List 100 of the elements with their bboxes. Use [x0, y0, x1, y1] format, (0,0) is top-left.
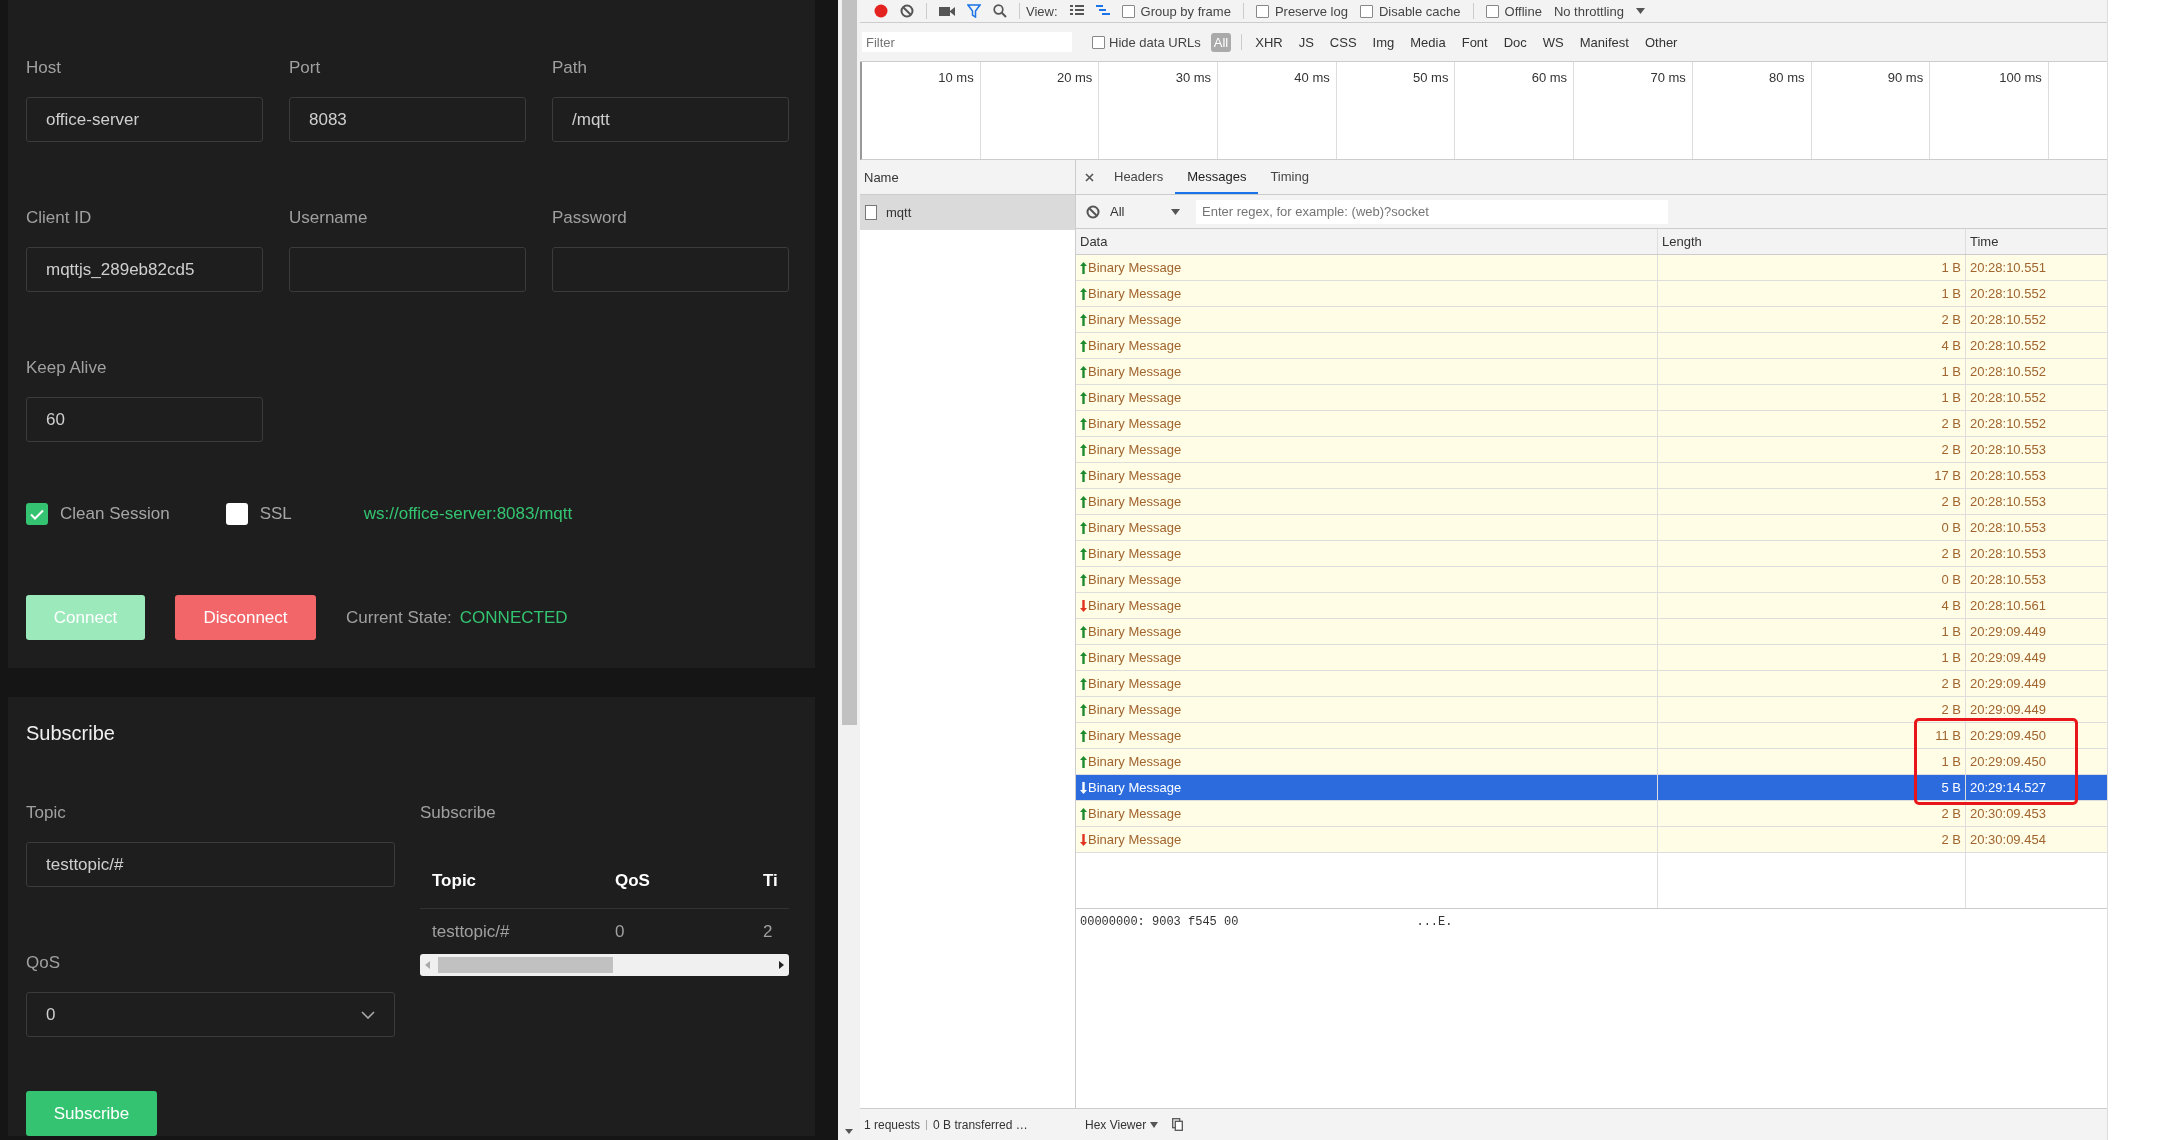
message-row[interactable]: Binary Message 17 B 20:28:10.553	[1076, 463, 2107, 489]
message-row[interactable]: Binary Message 1 B 20:28:10.551	[1076, 255, 2107, 281]
filter-type-button[interactable]: Font	[1458, 32, 1491, 52]
disconnect-button[interactable]: Disconnect	[175, 595, 316, 640]
message-row[interactable]: Binary Message 0 B 20:28:10.553	[1076, 515, 2107, 541]
search-icon[interactable]	[993, 4, 1007, 18]
input-field[interactable]: 60	[26, 397, 263, 442]
message-row[interactable]: Binary Message 1 B 20:28:10.552	[1076, 385, 2107, 411]
filter-type-button[interactable]: Manifest	[1576, 32, 1632, 52]
column-header: Time	[1969, 233, 2000, 251]
message-time: 20:28:10.552	[1970, 416, 2046, 431]
message-row[interactable]: Binary Message 1 B 20:29:09.449	[1076, 645, 2107, 671]
filter-field[interactable]: Filter	[862, 32, 1072, 52]
checkbox[interactable]	[1359, 4, 1373, 18]
checkbox-label: Offline	[1504, 3, 1542, 19]
message-row[interactable]: Binary Message 1 B 20:29:09.450	[1076, 749, 2107, 775]
message-length: 0 B	[1941, 572, 1961, 587]
message-row[interactable]: Binary Message 1 B 20:28:10.552	[1076, 359, 2107, 385]
throttling-select[interactable]: No throttling	[1553, 3, 1624, 19]
timeline-tick: 10 ms	[938, 70, 974, 86]
clear-icon[interactable]	[1086, 204, 1100, 219]
camera-icon[interactable]	[939, 5, 955, 17]
message-row[interactable]: Binary Message 2 B 20:29:09.449	[1076, 671, 2107, 697]
check-icon	[30, 508, 44, 520]
column-header: Length	[1658, 229, 1966, 254]
message-row[interactable]: Binary Message 4 B 20:28:10.552	[1076, 333, 2107, 359]
message-data: Binary Message	[1088, 390, 1182, 405]
message-data: Binary Message	[1088, 286, 1182, 301]
filter-type-button[interactable]: XHR	[1252, 32, 1286, 52]
message-length: 11 B	[1935, 728, 1961, 743]
message-row[interactable]: Binary Message 11 B 20:29:09.450	[1076, 723, 2107, 749]
hex-dump-line: 00000000: 9003 f545 00	[1080, 915, 1239, 931]
type-select[interactable]: All	[1110, 204, 1180, 219]
topic-field[interactable]: testtopic/#	[26, 842, 395, 887]
message-row[interactable]: Binary Message 4 B 20:28:10.561	[1076, 593, 2107, 619]
scroll-right-icon[interactable]	[779, 961, 784, 969]
input-field[interactable]: office-server	[26, 97, 263, 142]
message-row[interactable]: Binary Message 2 B 20:30:09.453	[1076, 801, 2107, 827]
record-icon[interactable]	[874, 4, 888, 18]
viewer-select[interactable]: Hex Viewer	[1085, 1117, 1159, 1132]
input-field[interactable]	[552, 247, 789, 292]
message-row[interactable]: Binary Message 2 B 20:28:10.552	[1076, 307, 2107, 333]
field-label: Path	[552, 58, 588, 78]
filter-type-button[interactable]: Img	[1369, 32, 1398, 52]
message-data: Binary Message	[1088, 702, 1182, 717]
message-time: 20:29:09.449	[1970, 702, 2046, 717]
scroll-down-icon[interactable]	[845, 1129, 853, 1134]
arrow-up-icon	[1080, 417, 1087, 430]
tab[interactable]: Headers	[1102, 160, 1176, 194]
page-scrollbar[interactable]	[838, 0, 860, 1140]
input-field[interactable]: mqttjs_289eb82cd5	[26, 247, 263, 292]
clear-icon[interactable]	[900, 4, 914, 18]
arrow-up-icon	[1080, 573, 1087, 586]
scrollbar-thumb[interactable]	[438, 957, 613, 973]
request-row[interactable]: mqtt	[860, 195, 1075, 230]
copy-icon[interactable]	[1172, 1118, 1184, 1131]
input-field[interactable]	[289, 247, 526, 292]
checkbox-label: Preserve log	[1274, 3, 1348, 19]
dropdown-arrow-icon	[1150, 1121, 1159, 1128]
filter-type-button[interactable]: Media	[1407, 32, 1449, 52]
checkbox[interactable]	[1121, 4, 1135, 18]
checkbox[interactable]	[1255, 4, 1269, 18]
message-length: 5 B	[1941, 780, 1961, 795]
tab[interactable]: Timing	[1258, 160, 1321, 194]
message-row[interactable]: Binary Message 2 B 20:30:09.454	[1076, 827, 2107, 853]
message-row[interactable]: Binary Message 2 B 20:28:10.553	[1076, 437, 2107, 463]
input-field[interactable]: 8083	[289, 97, 526, 142]
message-row[interactable]: Binary Message 0 B 20:28:10.553	[1076, 567, 2107, 593]
checkbox[interactable]	[1092, 35, 1105, 49]
filter-type-button[interactable]: CSS	[1326, 32, 1360, 52]
message-row[interactable]: Binary Message 1 B 20:29:09.449	[1076, 619, 2107, 645]
message-row[interactable]: Binary Message 1 B 20:28:10.552	[1076, 281, 2107, 307]
filter-type-button[interactable]: Doc	[1500, 32, 1530, 52]
regex-field[interactable]: Enter regex, for example: (web)?socket	[1196, 199, 1668, 224]
horizontal-scrollbar[interactable]	[420, 954, 789, 976]
message-row[interactable]: Binary Message 5 B 20:29:14.527	[1076, 775, 2107, 801]
qos-select[interactable]: 0	[26, 992, 395, 1037]
checkbox[interactable]	[225, 503, 248, 525]
message-row[interactable]: Binary Message 2 B 20:28:10.553	[1076, 489, 2107, 515]
message-row[interactable]: Binary Message 2 B 20:28:10.552	[1076, 411, 2107, 437]
field-label: Username	[289, 208, 369, 228]
message-row[interactable]: Binary Message 2 B 20:28:10.553	[1076, 541, 2107, 567]
filter-type-button[interactable]: Other	[1641, 32, 1681, 52]
message-row[interactable]: Binary Message 2 B 20:29:09.449	[1076, 697, 2107, 723]
arrow-up-icon	[1080, 469, 1087, 482]
filter-type-button[interactable]: JS	[1295, 32, 1317, 52]
message-length: 1 B	[1941, 390, 1961, 405]
close-icon[interactable]	[1085, 172, 1094, 182]
field-label: Host	[26, 58, 62, 78]
filter-type-button[interactable]: WS	[1539, 32, 1567, 52]
dropdown-arrow-icon[interactable]	[1635, 8, 1645, 14]
waterfall-icon[interactable]	[1095, 5, 1110, 17]
list-view-icon[interactable]	[1069, 5, 1084, 17]
arrow-up-icon	[1080, 625, 1087, 638]
filter-icon[interactable]	[967, 4, 981, 18]
checkbox[interactable]	[26, 503, 48, 525]
checkbox[interactable]	[1485, 4, 1499, 18]
arrow-up-icon	[1080, 755, 1087, 768]
field-label: Port	[289, 58, 322, 78]
input-field[interactable]: /mqtt	[552, 97, 789, 142]
